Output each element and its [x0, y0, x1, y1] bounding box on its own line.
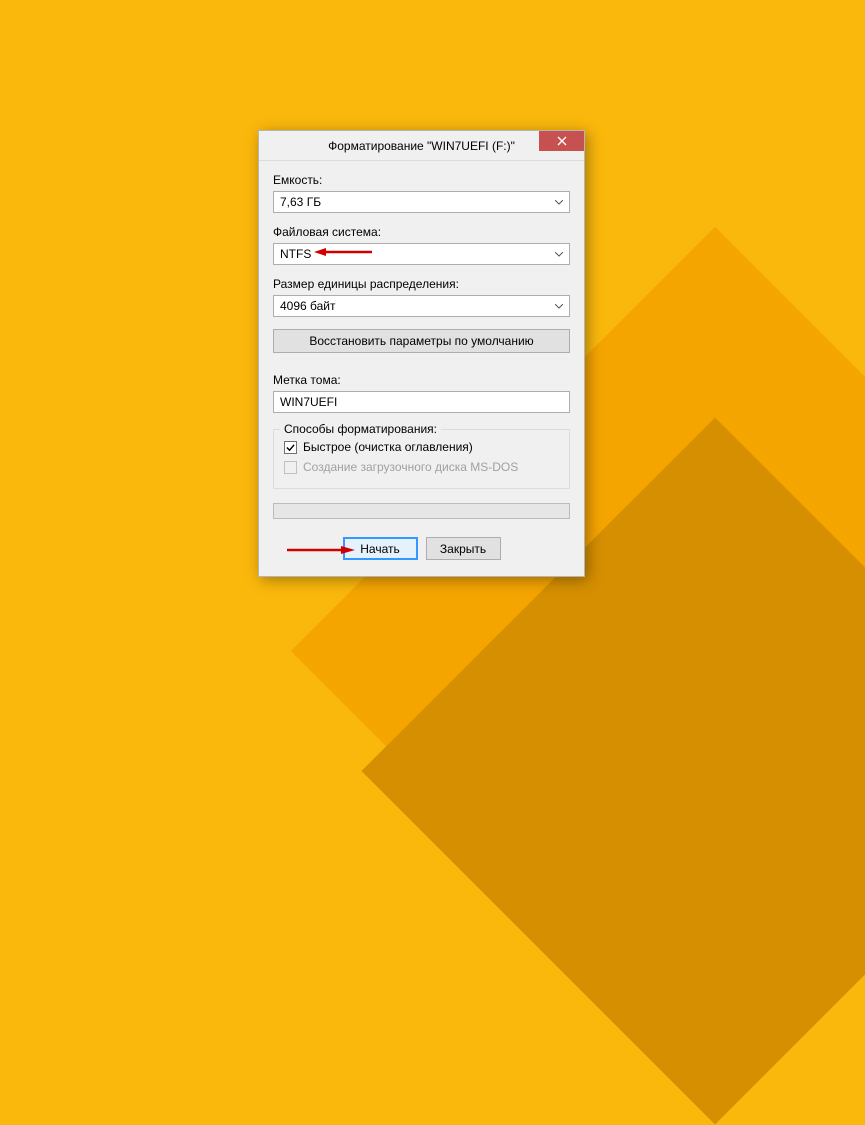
allocation-select[interactable]: 4096 байт — [273, 295, 570, 317]
format-dialog: Форматирование "WIN7UEFI (F:)" Емкость: … — [258, 130, 585, 577]
capacity-label: Емкость: — [273, 173, 570, 187]
volume-label-input[interactable] — [273, 391, 570, 413]
msdos-boot-label: Создание загрузочного диска MS-DOS — [303, 460, 518, 474]
window-title: Форматирование "WIN7UEFI (F:)" — [328, 139, 515, 153]
format-options-group: Способы форматирования: Быстрое (очистка… — [273, 429, 570, 489]
restore-defaults-button[interactable]: Восстановить параметры по умолчанию — [273, 329, 570, 353]
close-icon — [557, 136, 567, 146]
msdos-boot-row: Создание загрузочного диска MS-DOS — [284, 460, 559, 474]
volume-label-label: Метка тома: — [273, 373, 570, 387]
quick-format-label: Быстрое (очистка оглавления) — [303, 440, 473, 454]
allocation-label: Размер единицы распределения: — [273, 277, 570, 291]
dialog-content: Емкость: 7,63 ГБ Файловая система: NTFS … — [259, 161, 584, 576]
filesystem-label: Файловая система: — [273, 225, 570, 239]
capacity-select[interactable]: 7,63 ГБ — [273, 191, 570, 213]
capacity-value: 7,63 ГБ — [280, 195, 321, 209]
close-dialog-button[interactable]: Закрыть — [426, 537, 501, 560]
quick-format-checkbox[interactable] — [284, 441, 297, 454]
close-button[interactable] — [539, 131, 584, 151]
filesystem-value: NTFS — [280, 247, 311, 261]
progress-bar — [273, 503, 570, 519]
annotation-arrow-start — [285, 545, 355, 555]
allocation-value: 4096 байт — [280, 299, 336, 313]
msdos-boot-checkbox — [284, 461, 297, 474]
format-options-title: Способы форматирования: — [280, 422, 441, 436]
quick-format-row: Быстрое (очистка оглавления) — [284, 440, 559, 454]
annotation-arrow-filesystem — [314, 247, 374, 257]
titlebar[interactable]: Форматирование "WIN7UEFI (F:)" — [259, 131, 584, 161]
